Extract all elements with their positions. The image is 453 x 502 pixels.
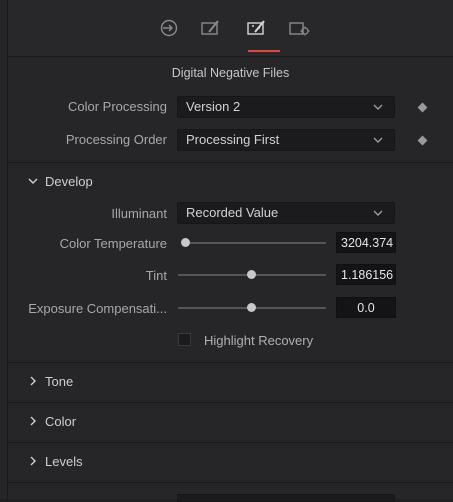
inspector-tab-bar <box>8 0 453 56</box>
next-row-partial <box>8 488 453 502</box>
chevron-right-icon <box>30 456 36 466</box>
tint-slider-knob[interactable] <box>247 270 256 279</box>
chevron-right-icon <box>30 416 36 426</box>
color-temperature-slider[interactable] <box>186 242 326 244</box>
color-temperature-input[interactable]: 3204.374 <box>336 232 396 253</box>
chevron-down-icon <box>373 210 383 216</box>
processing-order-keyframe-icon[interactable] <box>417 135 428 146</box>
io-icon[interactable] <box>158 18 180 38</box>
color-processing-value: Version 2 <box>186 99 241 114</box>
processing-order-label: Processing Order <box>65 132 167 147</box>
illuminant-dropdown[interactable]: Recorded Value <box>177 202 395 224</box>
page-title: Digital Negative Files <box>171 66 290 80</box>
highlight-recovery-label: Highlight Recovery <box>204 333 314 348</box>
processing-order-dropdown[interactable]: Processing First <box>177 129 395 151</box>
tone-section-title: Tone <box>45 374 74 389</box>
color-temperature-label: Color Temperature <box>59 236 167 251</box>
highlight-recovery-checkbox[interactable] <box>178 333 191 346</box>
processing-order-value: Processing First <box>186 132 280 147</box>
color-section-title: Color <box>45 414 77 429</box>
tab-bar-divider <box>8 56 453 57</box>
chevron-down-icon <box>28 178 38 184</box>
tone-section-header[interactable]: Tone <box>8 363 453 401</box>
color-section-header[interactable]: Color <box>8 403 453 441</box>
chevron-down-icon <box>373 104 383 110</box>
chevron-down-icon <box>373 137 383 143</box>
illuminant-label: Illuminant <box>111 206 167 221</box>
magic-edit-icon[interactable] <box>246 18 268 38</box>
inspector-panel: Digital Negative Files Color Processing … <box>0 0 453 502</box>
color-processing-keyframe-icon[interactable] <box>417 102 428 113</box>
levels-section-header[interactable]: Levels <box>8 443 453 481</box>
partial-dropdown <box>177 494 395 502</box>
tint-input[interactable]: 1.186156 <box>336 264 396 285</box>
color-processing-label: Color Processing <box>68 99 167 114</box>
exposure-compensation-input[interactable]: 0.0 <box>336 297 396 318</box>
color-temperature-slider-knob[interactable] <box>181 238 190 247</box>
levels-section-title: Levels <box>45 454 83 469</box>
tint-label: Tint <box>145 268 167 283</box>
develop-section-header[interactable]: Develop <box>8 163 453 199</box>
illuminant-value: Recorded Value <box>186 205 279 220</box>
develop-section-title: Develop <box>45 174 93 189</box>
section-divider <box>8 482 453 483</box>
color-processing-dropdown[interactable]: Version 2 <box>177 96 395 118</box>
exposure-compensation-slider-knob[interactable] <box>247 303 256 312</box>
edit-node-icon[interactable] <box>200 18 222 38</box>
active-tab-indicator <box>248 50 280 52</box>
exposure-compensation-label: Exposure Compensati... <box>28 301 167 316</box>
chevron-right-icon <box>30 376 36 386</box>
settings-node-icon[interactable] <box>288 18 310 38</box>
